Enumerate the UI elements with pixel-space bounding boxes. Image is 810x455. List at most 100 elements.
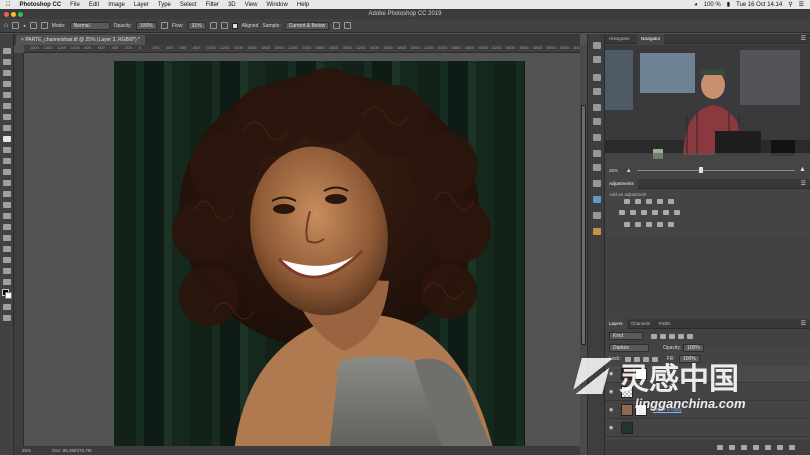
menu-window[interactable]: Window — [267, 2, 288, 8]
clock[interactable]: Tue 16 Oct 14.14 — [736, 2, 782, 8]
battery-label[interactable]: 100 % — [704, 2, 721, 8]
threshold-icon[interactable] — [646, 222, 652, 227]
selective-color-icon[interactable] — [657, 222, 663, 227]
aligned-checkbox[interactable] — [231, 22, 238, 29]
quick-selection-tool-icon[interactable] — [3, 81, 11, 87]
minimize-window-icon[interactable] — [11, 12, 16, 17]
document-canvas[interactable] — [114, 61, 525, 446]
hand-tool-icon[interactable] — [3, 257, 11, 263]
swatches-panel-icon[interactable] — [593, 88, 601, 95]
zoom-out-icon[interactable]: ▴ — [627, 166, 631, 174]
zoom-window-icon[interactable] — [18, 12, 23, 17]
history-brush-tool-icon[interactable] — [3, 158, 11, 164]
menu-image[interactable]: Image — [108, 2, 125, 8]
pressure-opacity-icon[interactable] — [160, 22, 168, 29]
menu-select[interactable]: Select — [180, 2, 197, 8]
background-color-swatch[interactable] — [5, 292, 12, 299]
link-layers-icon[interactable] — [717, 445, 723, 450]
menu-filter[interactable]: Filter — [206, 2, 219, 8]
menu-3d[interactable]: 3D — [228, 2, 236, 8]
ignore-adjustment-icon[interactable] — [333, 22, 341, 29]
document-info[interactable]: Doc: 85,3M/370,7M — [52, 448, 91, 453]
levels-icon[interactable] — [635, 199, 641, 204]
search-icon[interactable]: ⚲ — [788, 1, 792, 8]
curves-icon[interactable] — [646, 199, 652, 204]
navigator-zoom-slider[interactable] — [637, 170, 795, 171]
crop-tool-icon[interactable] — [3, 92, 11, 98]
adjustments-panel-icon[interactable] — [593, 196, 601, 203]
type-tool-icon[interactable] — [3, 224, 11, 230]
paragraph-panel-icon[interactable] — [593, 164, 601, 171]
clone-stamp-tool-icon[interactable] — [12, 22, 20, 29]
wifi-icon[interactable]: ◕ — [694, 2, 698, 8]
exposure-icon[interactable] — [657, 199, 663, 204]
quick-mask-icon[interactable] — [3, 304, 11, 310]
screen-mode-icon[interactable] — [3, 315, 11, 321]
navigator-preview[interactable] — [605, 45, 810, 165]
dodge-tool-icon[interactable] — [3, 202, 11, 208]
navigator-zoom-value[interactable]: 25% — [609, 168, 618, 173]
add-mask-icon[interactable] — [741, 445, 747, 450]
sample-select[interactable]: Current & Below — [284, 21, 330, 30]
eyedropper-tool-icon[interactable] — [3, 114, 11, 120]
brush-size-readout[interactable]: ● — [23, 23, 25, 28]
close-tab-icon[interactable]: × — [21, 37, 24, 43]
menu-layer[interactable]: Layer — [134, 2, 149, 8]
close-window-icon[interactable] — [4, 12, 9, 17]
layer-row[interactable]: ◉ — [605, 420, 810, 437]
menu-view[interactable]: View — [245, 2, 258, 8]
info-panel-icon[interactable] — [593, 180, 601, 187]
home-icon[interactable]: ⌂ — [4, 22, 8, 29]
airbrush-icon[interactable] — [209, 22, 217, 29]
angle-icon[interactable] — [220, 22, 228, 29]
clone-source-icon[interactable] — [40, 22, 48, 29]
gradient-map-icon[interactable] — [668, 222, 674, 227]
clone-source-panel-icon[interactable] — [593, 134, 601, 141]
new-layer-icon[interactable] — [777, 445, 783, 450]
photo-filter-icon[interactable] — [663, 210, 669, 215]
channel-mixer-icon[interactable] — [674, 210, 680, 215]
tab-paths[interactable]: Paths — [655, 319, 675, 329]
brush-tool-icon[interactable] — [3, 136, 11, 142]
actions-panel-icon[interactable] — [593, 56, 601, 63]
filter-smart-object-icon[interactable] — [687, 334, 693, 339]
navigator-zoom-handle[interactable] — [699, 167, 703, 173]
menu-edit[interactable]: Edit — [89, 2, 99, 8]
delete-layer-icon[interactable] — [789, 445, 795, 450]
panel-menu-icon[interactable]: ☰ — [801, 35, 806, 42]
adjustments-title[interactable]: Adjustments — [605, 179, 638, 189]
edit-toolbar-icon[interactable] — [3, 279, 11, 285]
zoom-level[interactable]: 25% — [22, 448, 31, 453]
filter-type-icon[interactable] — [669, 334, 675, 339]
lasso-tool-icon[interactable] — [3, 70, 11, 76]
vibrance-icon[interactable] — [619, 210, 625, 215]
brush-settings-icon[interactable] — [29, 22, 37, 29]
color-panel-icon[interactable] — [593, 74, 601, 81]
scrollbar-thumb[interactable] — [581, 105, 586, 345]
menu-photoshop[interactable]: Photoshop CC — [20, 2, 62, 8]
brushes-panel-icon[interactable] — [593, 104, 601, 111]
zoom-tool-icon[interactable] — [3, 268, 11, 274]
new-adjustment-layer-icon[interactable] — [753, 445, 759, 450]
rectangle-tool-icon[interactable] — [3, 246, 11, 252]
black-white-icon[interactable] — [652, 210, 658, 215]
healing-brush-tool-icon[interactable] — [3, 125, 11, 131]
pressure-size-icon[interactable] — [344, 22, 352, 29]
blur-tool-icon[interactable] — [3, 191, 11, 197]
frame-tool-icon[interactable] — [3, 103, 11, 109]
menu-list-icon[interactable]: ☰ — [799, 1, 804, 8]
marquee-tool-icon[interactable] — [3, 59, 11, 65]
flow-field[interactable]: 31% — [187, 21, 206, 30]
layer-opacity-field[interactable]: 100% — [683, 344, 704, 352]
zoom-in-icon[interactable]: ▲ — [799, 166, 806, 173]
path-selection-tool-icon[interactable] — [3, 235, 11, 241]
mode-select[interactable]: Normal — [69, 21, 110, 30]
adjustments-menu-icon[interactable]: ☰ — [801, 180, 806, 187]
layer-style-icon[interactable] — [729, 445, 735, 450]
invert-icon[interactable] — [624, 222, 630, 227]
hue-saturation-icon[interactable] — [630, 210, 636, 215]
character-panel-icon[interactable] — [593, 150, 601, 157]
apple-icon[interactable]:  — [6, 2, 11, 8]
tab-histogram[interactable]: Histogram — [605, 34, 634, 44]
filter-pixel-icon[interactable] — [651, 334, 657, 339]
